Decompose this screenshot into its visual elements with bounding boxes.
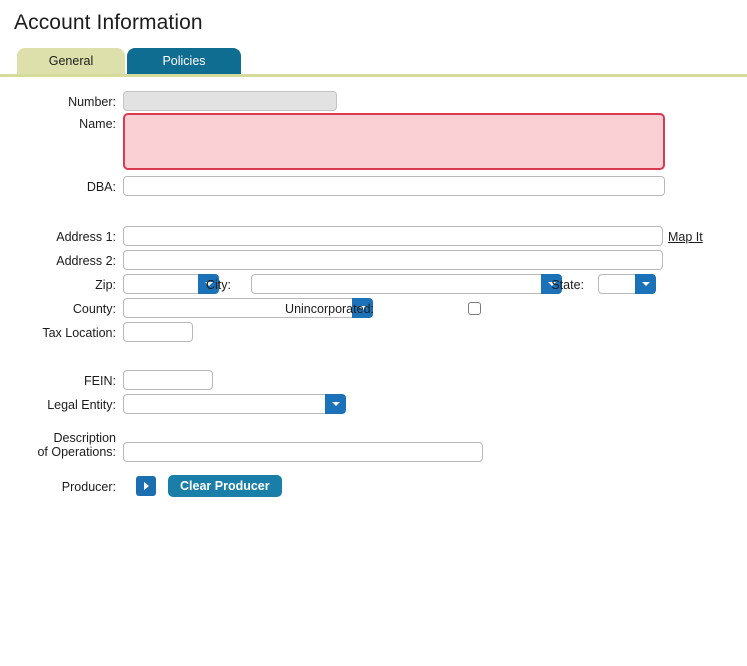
- tax-location-label: Tax Location:: [42, 326, 116, 340]
- address2-label: Address 2:: [56, 254, 116, 268]
- producer-expand-arrow-icon[interactable]: [136, 476, 156, 496]
- address2-input[interactable]: [123, 250, 663, 270]
- clear-producer-button[interactable]: Clear Producer: [168, 475, 282, 497]
- fein-label: FEIN:: [84, 374, 116, 388]
- legal-entity-dropdown-arrow-icon[interactable]: [325, 394, 346, 414]
- state-label: State:: [551, 278, 584, 292]
- tab-underline-rule: [0, 74, 747, 77]
- field-row-legal-entity: Legal Entity:: [0, 394, 747, 416]
- city-label: City:: [206, 278, 231, 292]
- field-row-producer: Producer: Clear Producer: [0, 475, 747, 502]
- number-input[interactable]: [123, 91, 337, 111]
- legal-entity-input[interactable]: [123, 394, 325, 414]
- dba-label: DBA:: [86, 180, 116, 194]
- map-it-link[interactable]: Map It: [668, 226, 703, 248]
- producer-label: Producer:: [61, 480, 116, 494]
- address1-input[interactable]: [123, 226, 663, 246]
- field-row-number: Number:: [0, 91, 747, 113]
- field-row-tax-location: Tax Location:: [0, 322, 747, 344]
- description-of-operations-label-line1: Description: [53, 431, 116, 445]
- tab-policies[interactable]: Policies: [127, 48, 241, 74]
- legal-entity-combobox[interactable]: [123, 394, 346, 414]
- description-of-operations-input[interactable]: [123, 442, 483, 462]
- unincorporated-label: Unincorporated:: [285, 302, 374, 316]
- field-row-county: County: Unincorporated:: [0, 298, 747, 320]
- state-combobox[interactable]: [598, 274, 656, 294]
- state-dropdown-arrow-icon[interactable]: [635, 274, 656, 294]
- tax-location-input[interactable]: [123, 322, 193, 342]
- legal-entity-label: Legal Entity:: [47, 398, 116, 412]
- field-row-description-of-operations: Description of Operations:: [0, 431, 747, 465]
- dba-input[interactable]: [123, 176, 665, 196]
- name-label: Name:: [79, 117, 116, 131]
- address1-label: Address 1:: [56, 230, 116, 244]
- field-row-address2: Address 2:: [0, 250, 747, 272]
- field-row-address1: Address 1: Map It: [0, 226, 747, 248]
- county-label: County:: [72, 302, 116, 316]
- description-of-operations-label-line2: of Operations:: [37, 445, 116, 459]
- name-input[interactable]: [123, 113, 665, 170]
- field-row-dba: DBA:: [0, 176, 747, 198]
- unincorporated-checkbox[interactable]: [468, 302, 481, 315]
- field-row-name: Name:: [0, 113, 747, 171]
- number-label: Number:: [68, 95, 116, 109]
- zip-label: Zip:: [95, 278, 116, 292]
- fein-input[interactable]: [123, 370, 213, 390]
- tab-general[interactable]: General: [17, 48, 125, 74]
- state-input[interactable]: [598, 274, 635, 294]
- field-row-fein: FEIN:: [0, 370, 747, 392]
- field-row-zip-city-state: Zip: City: State:: [0, 274, 747, 296]
- page-title: Account Information: [14, 11, 203, 34]
